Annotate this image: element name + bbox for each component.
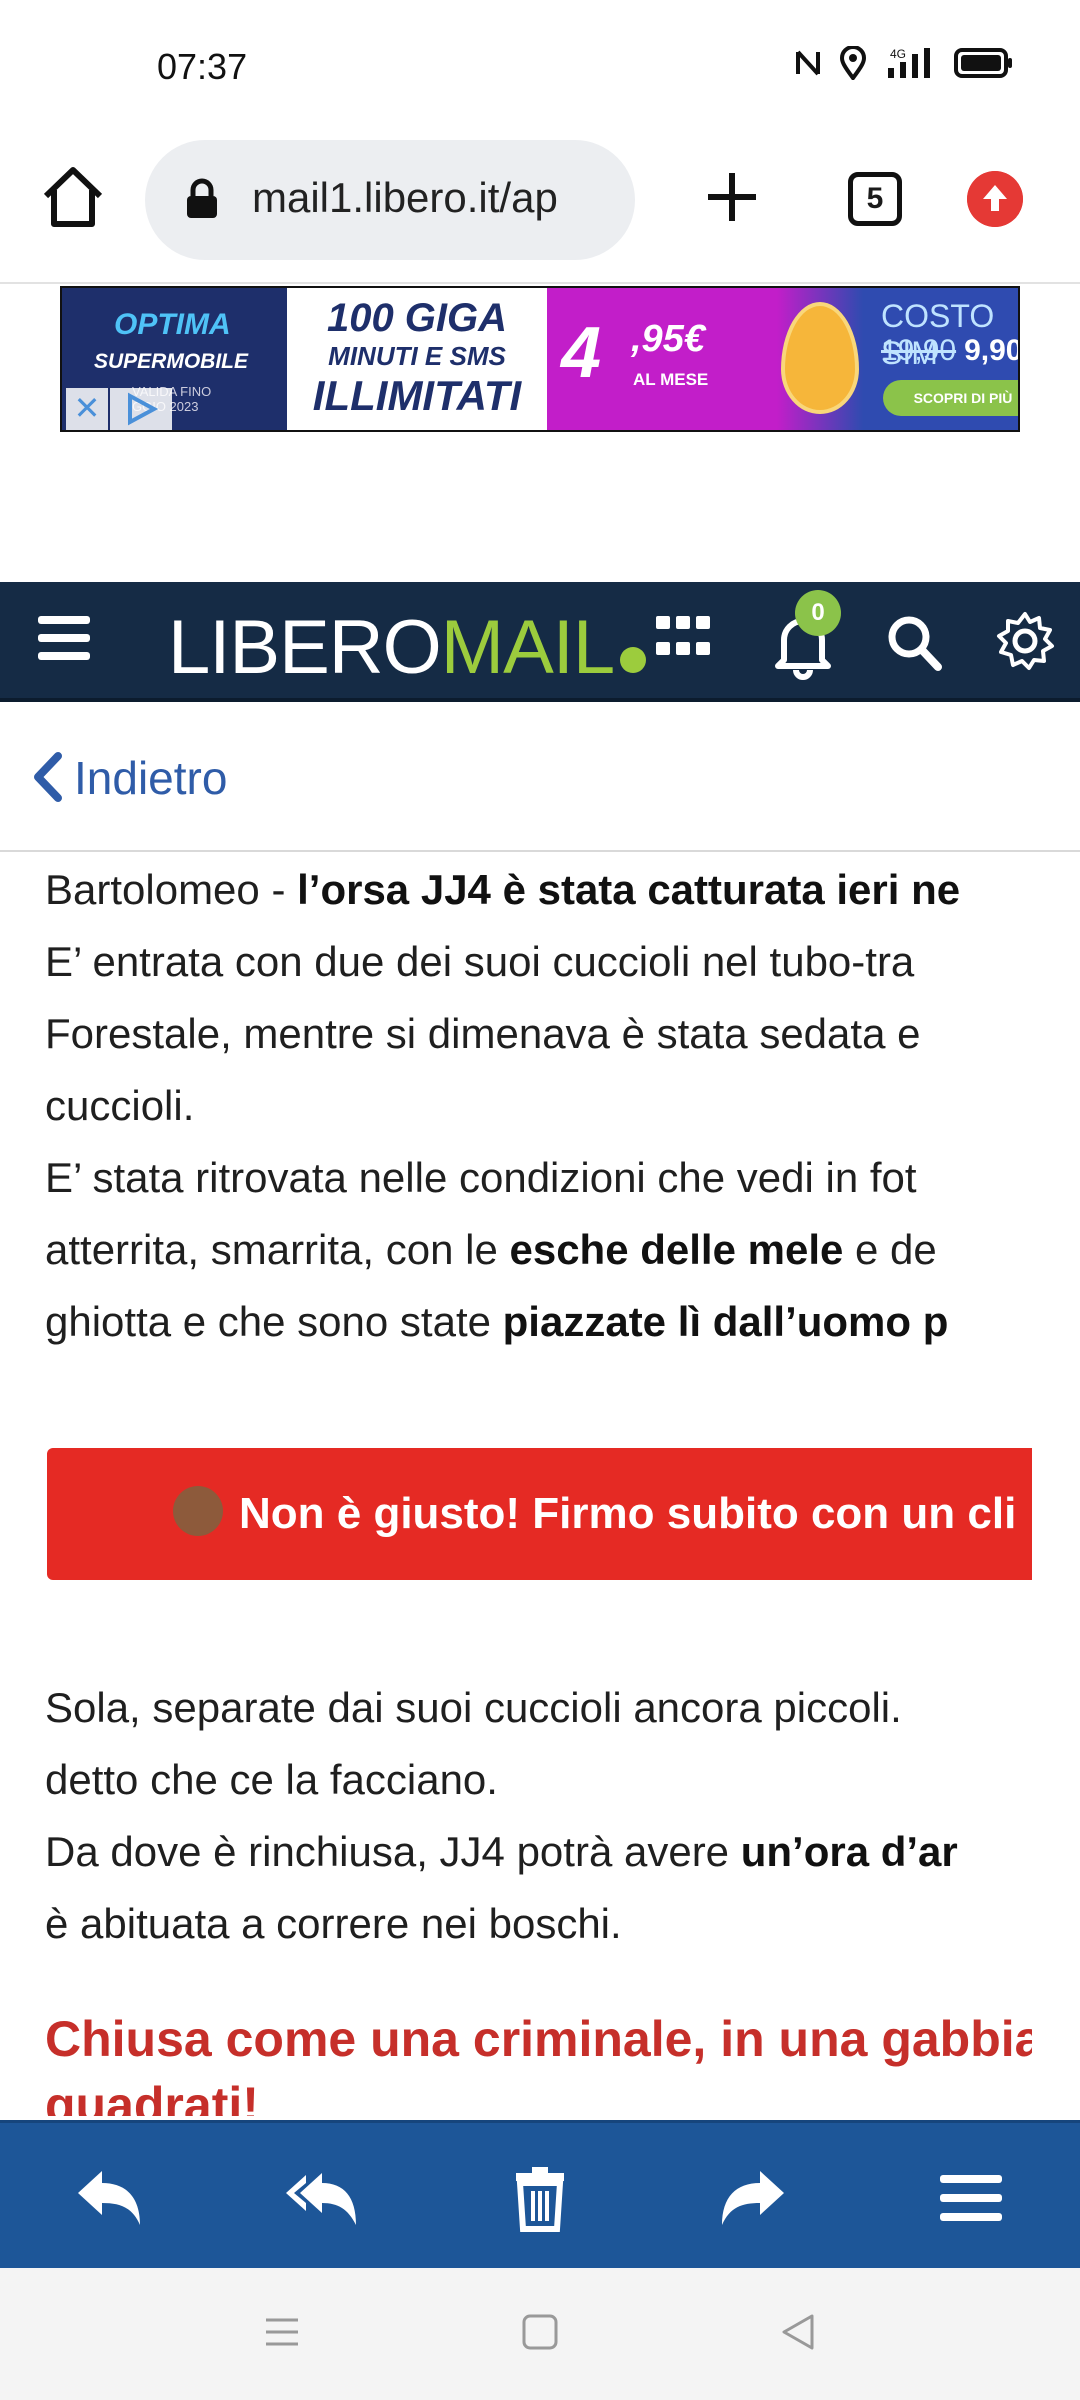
lock-icon [187, 178, 217, 218]
sign-petition-button[interactable]: Non è giusto! Firmo subito con un cli [47, 1448, 1032, 1580]
body-line: è abituata a correre nei boschi. [45, 1900, 622, 1947]
ad-price-big: 4 [561, 313, 602, 393]
ad-price-small: ,95€ [631, 318, 705, 360]
ad-giga-line1: 100 GIGA [326, 296, 508, 340]
ad-choices-icon[interactable] [110, 388, 172, 430]
ad-sim-price: 19,909,90€ [881, 334, 1018, 367]
home-square-icon[interactable] [520, 2312, 560, 2352]
status-time: 07:37 [157, 46, 248, 87]
ad-banner[interactable]: OPTIMA SUPERMOBILE VALIDA FINO GGIO 2023 … [60, 286, 1020, 432]
body-line: detto che ce la facciano. [45, 1756, 498, 1803]
body-line: E’ entrata con due dei suoi cuccioli nel… [45, 938, 915, 985]
browser-toolbar: mail1.libero.it/ap 5 [0, 130, 1080, 284]
svg-text:4G: 4G [890, 47, 906, 61]
ad-price-period: AL MESE [633, 370, 709, 389]
body-line: ghiotta e che sono state piazzate lì dal… [45, 1298, 949, 1345]
chevron-left-icon[interactable] [32, 752, 64, 802]
location-icon [840, 46, 866, 80]
forward-icon[interactable] [714, 2163, 794, 2233]
gear-icon[interactable] [994, 610, 1056, 672]
address-bar[interactable]: mail1.libero.it/ap [145, 140, 635, 260]
body-headline: Chiusa come una criminale, in una gabbia… [45, 2011, 1032, 2116]
nfc-icon [796, 50, 820, 76]
back-triangle-icon[interactable] [778, 2312, 818, 2352]
reply-icon[interactable] [68, 2163, 148, 2233]
body-line: Bartolomeo - l’orsa JJ4 è stata catturat… [45, 866, 961, 913]
ad-close-icon[interactable]: ✕ [66, 388, 108, 430]
back-row: Indietro [0, 702, 1080, 852]
ad-cta-button[interactable]: SCOPRI DI PIÙ [883, 380, 1018, 416]
back-link[interactable]: Indietro [74, 751, 227, 805]
body-line: E’ stata ritrovata nelle condizioni che … [45, 1154, 917, 1201]
reply-all-icon[interactable] [282, 2163, 362, 2233]
more-menu-icon[interactable] [932, 2163, 1012, 2233]
new-tab-icon[interactable] [700, 165, 764, 229]
ad-brand-logo: OPTIMA [114, 308, 231, 341]
ad-brand-panel: OPTIMA SUPERMOBILE VALIDA FINO GGIO 2023 … [62, 288, 287, 430]
trash-icon[interactable] [500, 2163, 580, 2233]
ad-giga-line2: MINUTI E SMS [328, 341, 506, 371]
body-line: Forestale, mentre si dimenava è stata se… [45, 1010, 921, 1057]
search-icon[interactable] [886, 614, 942, 672]
body-line: Da dove è rinchiusa, JJ4 potrà avere un’… [45, 1828, 958, 1875]
ad-brand-sub: SUPERMOBILE [94, 350, 249, 373]
ad-giga-line3: ILLIMITATI [312, 372, 522, 419]
ad-egg-image [777, 288, 863, 430]
status-icons: 4G [794, 46, 1014, 80]
message-body: Bartolomeo - l’orsa JJ4 è stata catturat… [0, 854, 1032, 2116]
libero-mail-logo[interactable]: LIBEROMAIL [168, 604, 647, 691]
tab-switcher-button[interactable]: 5 [848, 172, 902, 226]
menu-icon[interactable] [38, 616, 90, 660]
signal-4g-icon: 4G [888, 47, 930, 78]
url-text: mail1.libero.it/ap [252, 174, 558, 221]
ad-offer-panel: 100 GIGA MINUTI E SMS ILLIMITATI [287, 288, 547, 430]
home-icon[interactable] [38, 162, 108, 232]
system-nav-bar [0, 2268, 1080, 2400]
update-icon[interactable] [967, 171, 1023, 227]
ad-price-panel: 4 ,95€ AL MESE [547, 288, 777, 430]
mail-action-bar [0, 2120, 1080, 2268]
libero-mail-header: LIBEROMAIL 0 [0, 582, 1080, 702]
body-line: atterrita, smarrita, con le esche delle … [45, 1226, 937, 1273]
battery-icon [954, 48, 1012, 78]
body-line: cuccioli. [45, 1082, 195, 1129]
notification-badge: 0 [795, 590, 841, 636]
status-bar: 07:37 4G [0, 0, 1080, 130]
recent-apps-icon[interactable] [262, 2312, 302, 2352]
ad-sim-panel: COSTO SIM 19,909,90€ SCOPRI DI PIÙ [863, 288, 1018, 430]
bear-emoji-icon [173, 1486, 223, 1536]
apps-grid-icon[interactable] [656, 616, 712, 662]
body-line: Sola, separate dai suoi cuccioli ancora … [45, 1684, 902, 1731]
